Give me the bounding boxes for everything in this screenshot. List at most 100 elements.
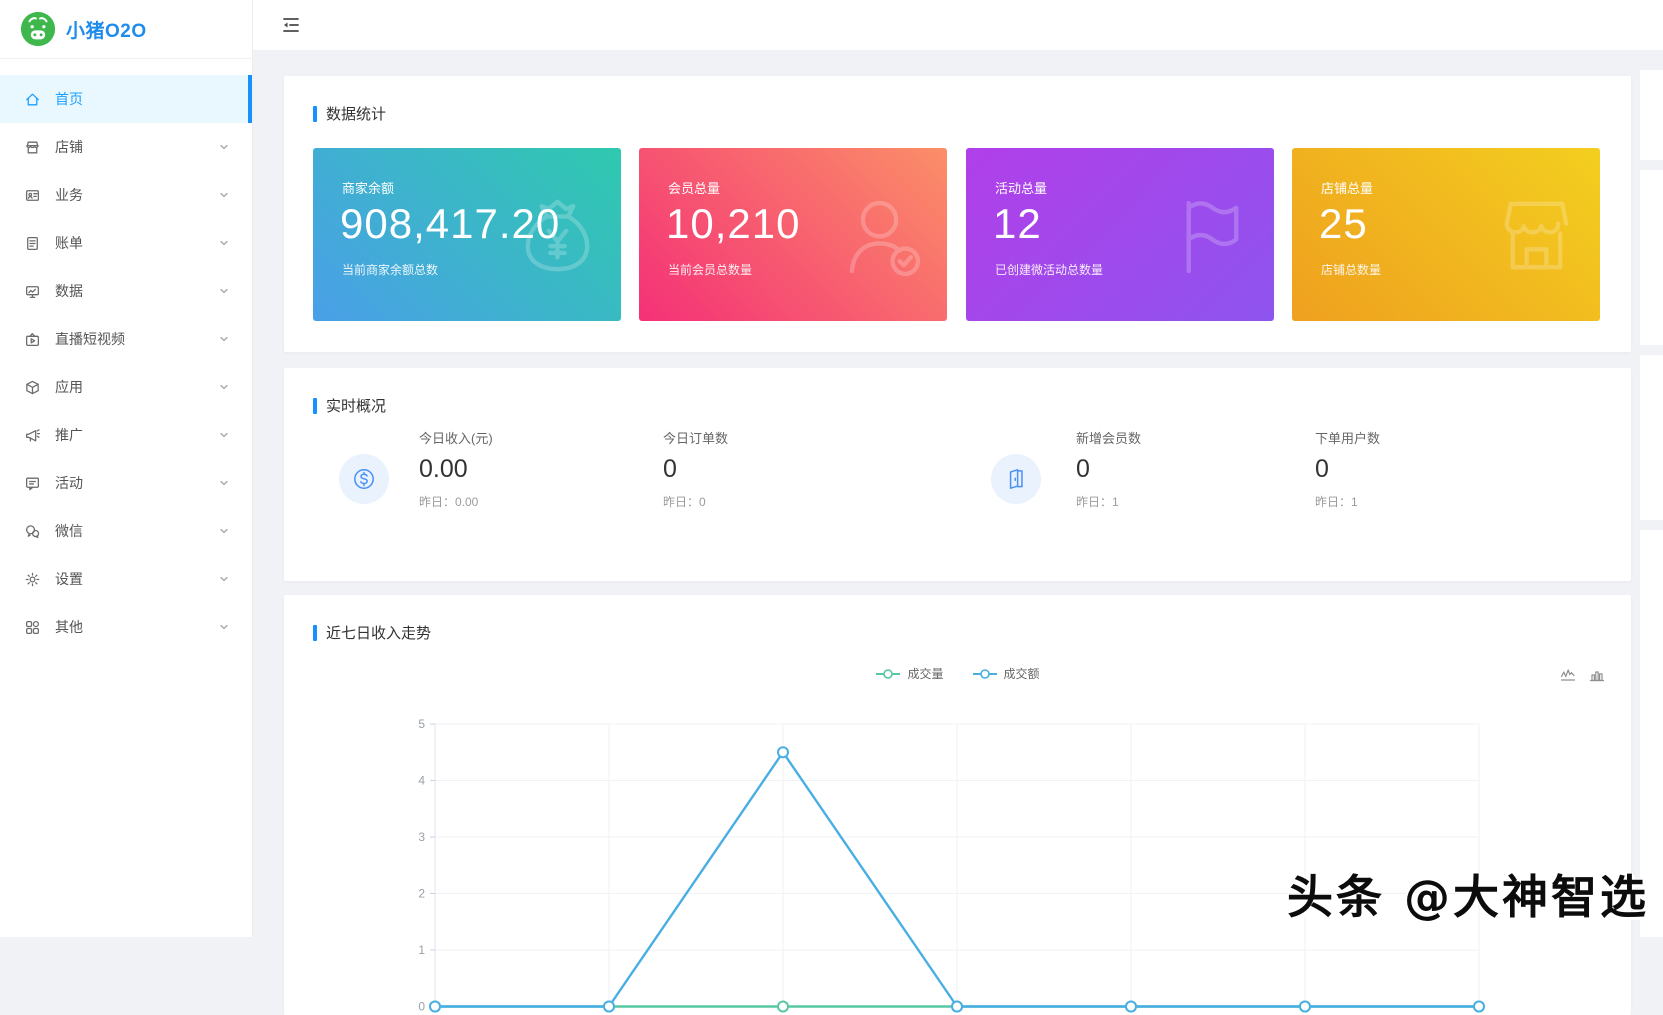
sidebar-menu: 首页店铺业务账单数据直播短视频应用推广活动微信设置其他 bbox=[0, 75, 252, 651]
stat-card-activities: 活动总量 12 已创建微活动总数量 bbox=[966, 148, 1274, 321]
sidebar-item-settings[interactable]: 设置 bbox=[0, 555, 252, 603]
sidebar-item-live-video[interactable]: 直播短视频 bbox=[0, 315, 252, 363]
stat-card-label: 商家余额 bbox=[342, 178, 394, 197]
chevron-down-icon bbox=[218, 621, 230, 633]
stat-sub: 昨日：1 bbox=[1315, 493, 1535, 510]
section-title-text: 近七日收入走势 bbox=[326, 622, 431, 643]
chevron-down-icon bbox=[218, 237, 230, 249]
sidebar-item-apps[interactable]: 应用 bbox=[0, 363, 252, 411]
stat-card-desc: 店铺总数量 bbox=[1321, 261, 1381, 278]
open-door-icon bbox=[991, 454, 1041, 504]
stat-card-desc: 当前商家余额总数 bbox=[342, 261, 438, 278]
sidebar-item-home[interactable]: 首页 bbox=[0, 75, 252, 123]
logo-link[interactable]: 小猪O2O bbox=[0, 0, 252, 59]
store-icon bbox=[1489, 188, 1584, 283]
settings-icon bbox=[24, 571, 41, 588]
watermark-text: 头条 @大神智选 bbox=[1287, 861, 1649, 927]
bar-chart-toggle-icon[interactable] bbox=[1589, 667, 1605, 683]
trend-line-chart: 012345 bbox=[284, 595, 1631, 1015]
dollar-coin-icon bbox=[339, 454, 389, 504]
stat-today-orders: 今日订单数 0 昨日：0 bbox=[663, 428, 883, 510]
sidebar-item-label: 微信 bbox=[55, 521, 83, 541]
menu-fold-button[interactable] bbox=[280, 13, 304, 37]
stats-section-card: 数据统计 商家余额 908,417.20 当前商家余额总数 会员总量 10,21… bbox=[284, 76, 1631, 352]
section-title-text: 数据统计 bbox=[326, 103, 386, 124]
right-edge-card-sliver bbox=[1640, 70, 1663, 160]
legend-label: 成交额 bbox=[1004, 665, 1040, 682]
data-icon bbox=[24, 283, 41, 300]
stat-card-value: 12 bbox=[993, 200, 1042, 248]
section-title-text: 实时概况 bbox=[326, 395, 386, 416]
chevron-down-icon bbox=[218, 573, 230, 585]
sidebar-item-label: 店铺 bbox=[55, 137, 83, 157]
sidebar-item-label: 账单 bbox=[55, 233, 83, 253]
sidebar-item-promotion[interactable]: 推广 bbox=[0, 411, 252, 459]
stat-sub: 昨日：0 bbox=[663, 493, 883, 510]
business-icon bbox=[24, 187, 41, 204]
svg-text:5: 5 bbox=[418, 717, 425, 731]
sidebar-item-bill[interactable]: 账单 bbox=[0, 219, 252, 267]
sidebar-item-label: 直播短视频 bbox=[55, 329, 125, 349]
stat-value: 0.00 bbox=[419, 455, 639, 484]
chevron-down-icon bbox=[218, 381, 230, 393]
stat-value: 0 bbox=[1315, 455, 1535, 484]
stats-section-title: 数据统计 bbox=[313, 103, 386, 124]
active-indicator bbox=[248, 75, 252, 123]
legend-marker bbox=[875, 668, 901, 680]
svg-text:4: 4 bbox=[418, 774, 425, 788]
stat-sub: 昨日：1 bbox=[1076, 493, 1296, 510]
stat-label: 新增会员数 bbox=[1076, 428, 1296, 447]
sidebar-item-data[interactable]: 数据 bbox=[0, 267, 252, 315]
flag-icon bbox=[1163, 188, 1258, 283]
sidebar-item-label: 其他 bbox=[55, 617, 83, 637]
sidebar-item-label: 应用 bbox=[55, 377, 83, 397]
stat-label: 今日订单数 bbox=[663, 428, 883, 447]
sidebar-item-activity[interactable]: 活动 bbox=[0, 459, 252, 507]
menu-fold-icon bbox=[280, 14, 304, 36]
chart-type-toggles bbox=[1560, 667, 1605, 683]
stat-today-income: 今日收入(元) 0.00 昨日：0.00 bbox=[419, 428, 639, 510]
section-title-bar bbox=[313, 625, 317, 641]
others-icon bbox=[24, 619, 41, 636]
sidebar-item-business[interactable]: 业务 bbox=[0, 171, 252, 219]
pig-logo bbox=[20, 11, 56, 47]
stat-card-members: 会员总量 10,210 当前会员总数量 bbox=[639, 148, 947, 321]
svg-text:1: 1 bbox=[418, 943, 425, 957]
svg-text:2: 2 bbox=[418, 887, 425, 901]
chevron-down-icon bbox=[218, 525, 230, 537]
chart-legend: 成交量 成交额 bbox=[284, 665, 1631, 682]
sidebar-item-label: 设置 bbox=[55, 569, 83, 589]
member-icon bbox=[836, 188, 931, 283]
sidebar-item-shop[interactable]: 店铺 bbox=[0, 123, 252, 171]
topbar bbox=[252, 0, 1663, 50]
activity-icon bbox=[24, 475, 41, 492]
live-video-icon bbox=[24, 331, 41, 348]
wechat-icon bbox=[24, 523, 41, 540]
realtime-section-card: 实时概况 今日收入(元) 0.00 昨日：0.00 今日订单数 0 昨日：0 新… bbox=[284, 368, 1631, 581]
section-title-bar bbox=[313, 398, 317, 414]
stat-card-label: 活动总量 bbox=[995, 178, 1047, 197]
legend-item-volume[interactable]: 成交量 bbox=[875, 665, 943, 682]
stat-card-desc: 已创建微活动总数量 bbox=[995, 261, 1103, 278]
sidebar-item-label: 首页 bbox=[55, 89, 83, 109]
section-title-bar bbox=[313, 106, 317, 122]
right-edge-card-sliver bbox=[1640, 355, 1663, 520]
sidebar-item-label: 业务 bbox=[55, 185, 83, 205]
legend-marker bbox=[972, 668, 998, 680]
chevron-down-icon bbox=[218, 477, 230, 489]
stat-card-desc: 当前会员总数量 bbox=[668, 261, 752, 278]
sidebar-item-others[interactable]: 其他 bbox=[0, 603, 252, 651]
stat-card-stores: 店铺总量 25 店铺总数量 bbox=[1292, 148, 1600, 321]
money-bag-icon bbox=[510, 188, 605, 283]
chevron-down-icon bbox=[218, 285, 230, 297]
sidebar-item-label: 活动 bbox=[55, 473, 83, 493]
chevron-down-icon bbox=[218, 429, 230, 441]
line-chart-toggle-icon[interactable] bbox=[1560, 667, 1576, 683]
sidebar-item-wechat[interactable]: 微信 bbox=[0, 507, 252, 555]
legend-item-amount[interactable]: 成交额 bbox=[972, 665, 1040, 682]
stat-card-label: 店铺总量 bbox=[1321, 178, 1373, 197]
stat-card-value: 10,210 bbox=[666, 200, 800, 248]
stat-value: 0 bbox=[663, 455, 883, 484]
stat-value: 0 bbox=[1076, 455, 1296, 484]
stat-ordering-users: 下单用户数 0 昨日：1 bbox=[1315, 428, 1535, 510]
